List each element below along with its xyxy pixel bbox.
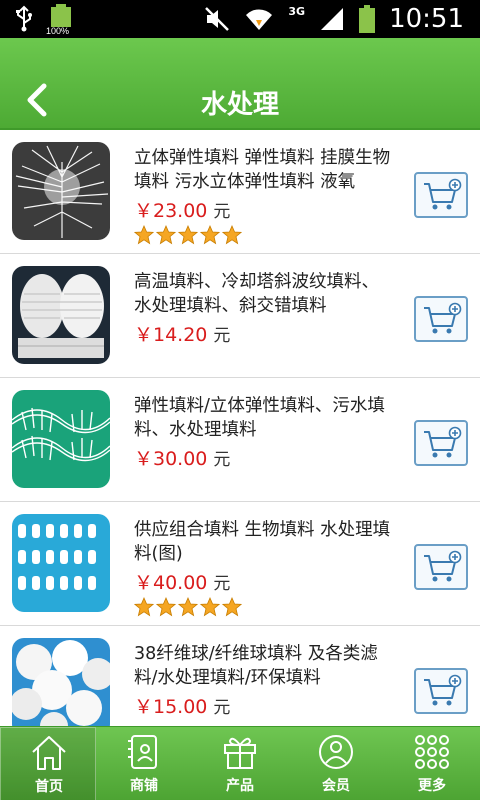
page-title: 水处理 <box>200 90 279 120</box>
price-value: ￥14.20 <box>134 324 208 346</box>
star-icon <box>200 225 220 245</box>
status-right: 3G 10:51 <box>204 0 464 38</box>
price-unit: 元 <box>213 574 231 594</box>
list-item[interactable]: 供应组合填料 生物填料 水处理填料(图) ￥40.00 元 <box>0 502 480 626</box>
cart-add-icon <box>424 674 462 706</box>
nav-shop[interactable]: 商铺 <box>96 727 192 800</box>
battery-charging-icon <box>359 5 376 33</box>
status-left: 100% <box>14 4 74 36</box>
product-price: ￥23.00 元 <box>134 196 230 223</box>
star-icon <box>134 597 154 617</box>
nav-label: 更多 <box>418 778 446 794</box>
price-unit: 元 <box>213 326 231 346</box>
star-icon <box>156 597 176 617</box>
add-to-cart-button[interactable] <box>414 668 468 714</box>
nav-more[interactable]: 更多 <box>384 727 480 800</box>
star-icon <box>222 225 242 245</box>
clock: 10:51 <box>389 4 464 34</box>
product-price: ￥15.00 元 <box>134 692 230 719</box>
product-name[interactable]: 弹性填料/立体弹性填料、污水填料、水处理填料 <box>134 394 396 442</box>
price-value: ￥30.00 <box>134 448 208 470</box>
home-icon <box>32 736 66 770</box>
add-to-cart-button[interactable] <box>414 420 468 466</box>
add-to-cart-button[interactable] <box>414 296 468 342</box>
star-icon <box>222 597 242 617</box>
price-unit: 元 <box>213 450 231 470</box>
product-price: ￥30.00 元 <box>134 444 230 471</box>
more-icon <box>415 735 449 769</box>
product-image[interactable] <box>12 390 110 488</box>
usb-icon <box>16 5 32 32</box>
star-icon <box>178 225 198 245</box>
product-name[interactable]: 供应组合填料 生物填料 水处理填料(图) <box>134 518 396 566</box>
price-unit: 元 <box>213 202 231 222</box>
battery-status: 100% <box>46 4 74 36</box>
nav-label: 商铺 <box>130 778 158 794</box>
product-price: ￥14.20 元 <box>134 320 230 347</box>
wifi-icon <box>246 9 273 30</box>
price-unit: 元 <box>213 698 231 718</box>
rating-stars <box>134 597 242 617</box>
battery-icon <box>51 4 71 27</box>
product-image[interactable] <box>12 142 110 240</box>
product-list[interactable]: 立体弹性填料 弹性填料 挂膜生物填料 污水立体弹性填料 液氧 ￥23.00元 <box>0 130 480 726</box>
network-type: 3G <box>288 4 306 18</box>
price-value: ￥40.00 <box>134 572 208 594</box>
nav-label: 首页 <box>35 779 63 795</box>
cart-add-icon <box>424 550 462 582</box>
cart-add-icon <box>424 426 462 458</box>
mute-icon <box>205 7 230 31</box>
shop-icon <box>128 735 157 769</box>
price-value: ￥15.00 <box>134 696 208 718</box>
battery-percent: 100% <box>46 26 70 36</box>
star-icon <box>134 225 154 245</box>
nav-home[interactable]: 首页 <box>0 727 96 800</box>
nav-label: 产品 <box>226 778 254 794</box>
product-image[interactable] <box>12 514 110 612</box>
product-image[interactable] <box>12 266 110 364</box>
star-icon <box>200 597 220 617</box>
list-item[interactable]: 38纤维球/纤维球填料 及各类滤料/水处理填料/环保填料 ￥15.00 元 <box>0 626 480 726</box>
add-to-cart-button[interactable] <box>414 172 468 218</box>
app-header: 水处理 <box>0 38 480 130</box>
add-to-cart-button[interactable] <box>414 544 468 590</box>
cart-add-icon <box>424 302 462 334</box>
product-name[interactable]: 38纤维球/纤维球填料 及各类滤料/水处理填料/环保填料 <box>134 642 396 690</box>
product-price: ￥40.00 元 <box>134 568 230 595</box>
list-item[interactable]: 立体弹性填料 弹性填料 挂膜生物填料 污水立体弹性填料 液氧 ￥23.00 元 <box>0 130 480 254</box>
bottom-nav: 首页 商铺 产品 会员 更多 <box>0 726 480 800</box>
rating-stars <box>134 225 242 245</box>
gift-icon <box>224 737 256 769</box>
nav-products[interactable]: 产品 <box>192 727 288 800</box>
product-name[interactable]: 立体弹性填料 弹性填料 挂膜生物填料 污水立体弹性填料 液氧 <box>134 146 396 194</box>
status-bar: 100% 3G 10:51 <box>0 0 480 38</box>
signal-icon <box>321 8 344 30</box>
price-value: ￥23.00 <box>134 200 208 222</box>
product-image[interactable] <box>12 638 110 726</box>
star-icon <box>178 597 198 617</box>
cart-add-icon <box>424 178 462 210</box>
member-icon <box>319 735 353 769</box>
list-item[interactable]: 弹性填料/立体弹性填料、污水填料、水处理填料 ￥30.00 元 <box>0 378 480 502</box>
product-name[interactable]: 高温填料、冷却塔斜波纹填料、水处理填料、斜交错填料 <box>134 270 396 318</box>
nav-label: 会员 <box>322 778 350 794</box>
nav-member[interactable]: 会员 <box>288 727 384 800</box>
star-icon <box>156 225 176 245</box>
list-item[interactable]: 高温填料、冷却塔斜波纹填料、水处理填料、斜交错填料 ￥14.20 元 <box>0 254 480 378</box>
